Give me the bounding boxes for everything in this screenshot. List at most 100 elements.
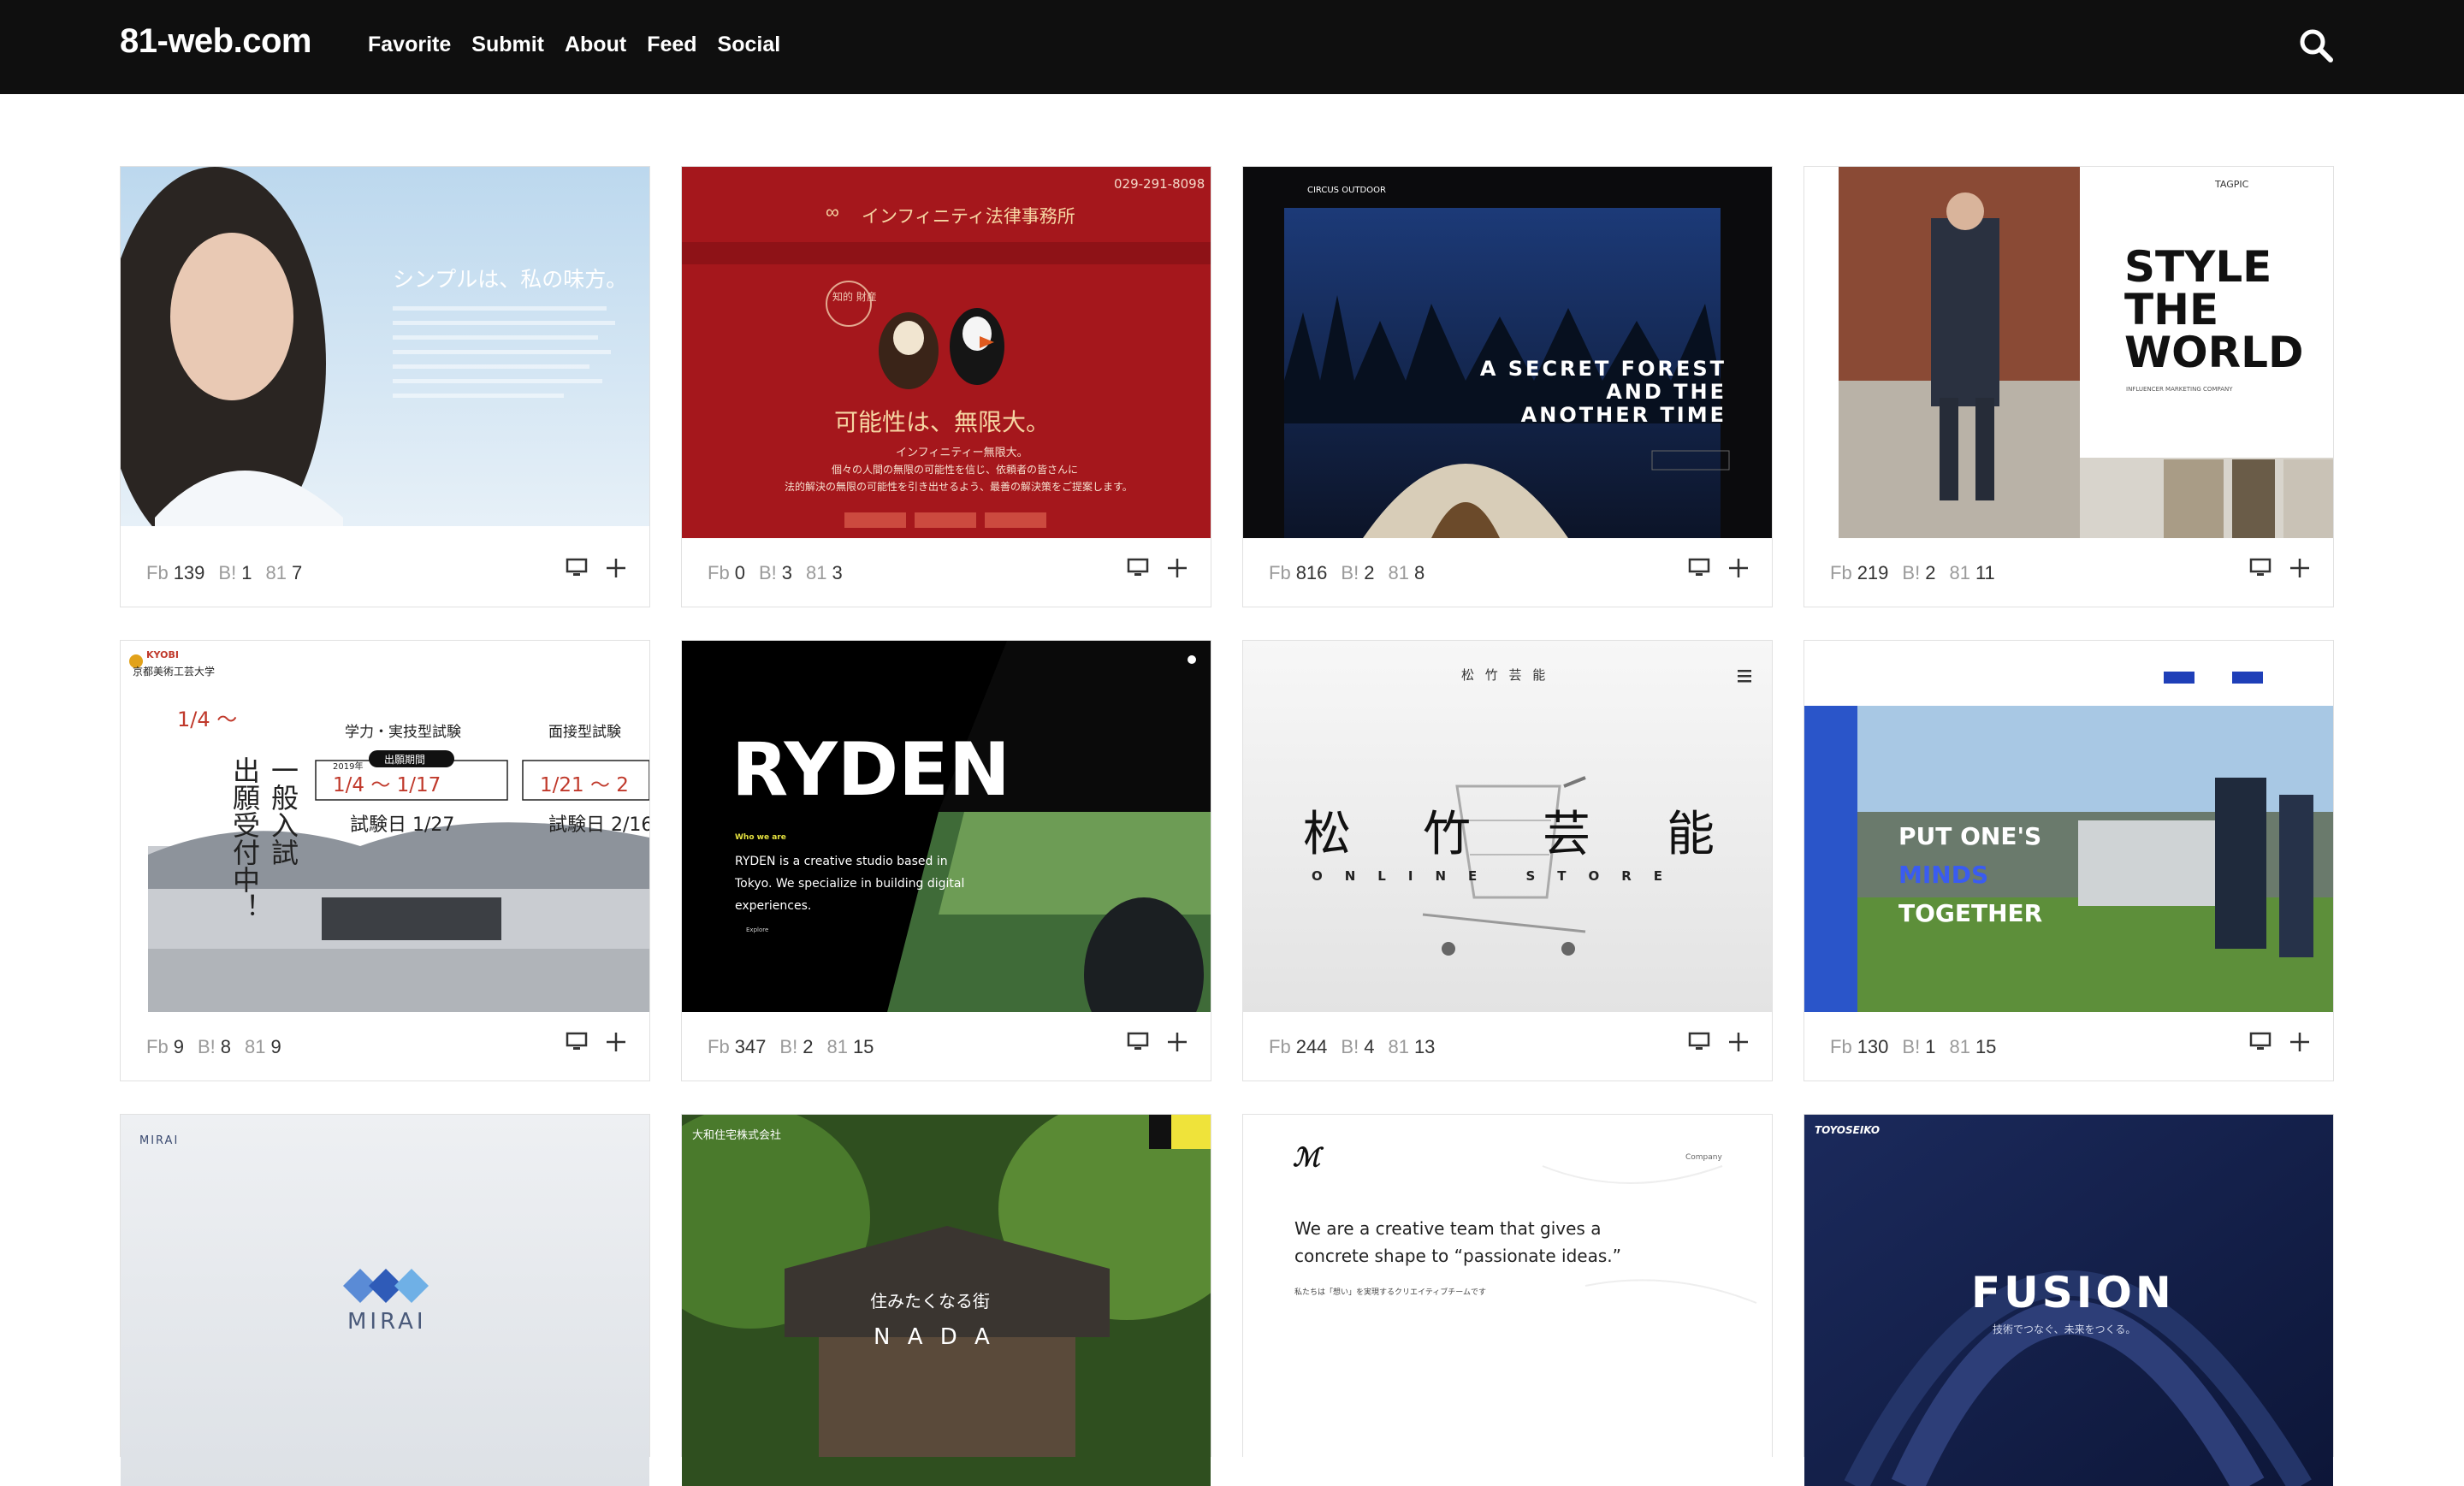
site-logo[interactable]: 81-web.com: [120, 22, 311, 61]
thumbnail-label-1: 学力・実技型試験: [345, 724, 461, 741]
card-actions: [1688, 557, 1750, 579]
eightyone-count: 81 9: [244, 1036, 281, 1057]
thumbnail-head-date: 1/4 〜: [177, 707, 237, 731]
thumbnail-char-2: 竹: [1423, 807, 1471, 862]
hatena-count: B! 2: [1902, 562, 1936, 583]
site-thumbnail[interactable]: CIRCUS OUTDOOR A SECRET FOREST AND THE A…: [1243, 167, 1772, 538]
hatena-count: B! 8: [197, 1036, 231, 1057]
site-card[interactable]: 松 竹 芸 能 松 竹 芸 能 ONLINE STORE Fb 244 B! 4 8…: [1242, 640, 1773, 1081]
site-thumbnail[interactable]: TAGPIC STYLE THE WORLD INFLUENCER MARKET…: [1804, 167, 2333, 538]
thumbnail-school: 京都美術工芸大学: [133, 665, 215, 678]
nav-submit[interactable]: Submit: [471, 33, 544, 57]
nav-social[interactable]: Social: [718, 33, 781, 57]
facebook-count: Fb 139: [146, 562, 205, 583]
monitor-icon[interactable]: [566, 1031, 588, 1053]
site-thumbnail[interactable]: TOYOSEIKO FUSION 技術でつなぐ、未来をつくる。: [1804, 1115, 2333, 1486]
thumbnail-body-2: 法的解決の無限の可能性を引き出せるよう、最善の解決策をご提案します。: [785, 480, 1133, 493]
site-thumbnail[interactable]: 大和住宅株式会社 住みたくなる街 N A D A: [682, 1115, 1211, 1486]
company-logo-icon: ℳ: [1293, 1144, 1324, 1172]
card-actions: [1127, 557, 1188, 579]
thumbnail-period: 出願期間: [384, 754, 425, 766]
card-stats: Fb 816 B! 2 81 8: [1269, 562, 1424, 584]
add-favorite-icon[interactable]: [1166, 1031, 1188, 1053]
thumbnail-line-1: PUT ONE'S: [1898, 822, 2041, 850]
site-card[interactable]: MIRAI MIRAI: [120, 1114, 650, 1486]
site-thumbnail[interactable]: 029-291-8098 インフィニティ法律事務所 ∞ 知的 財産 可能性は、無…: [682, 167, 1211, 538]
hatena-count: B! 2: [779, 1036, 814, 1057]
facebook-count: Fb 9: [146, 1036, 184, 1057]
card-stats: Fb 244 B! 4 81 13: [1269, 1036, 1435, 1058]
site-thumbnail[interactable]: 松 竹 芸 能 松 竹 芸 能 ONLINE STORE: [1243, 641, 1772, 1012]
site-thumbnail[interactable]: シンプルは、私の味方。: [121, 167, 649, 538]
eightyone-count: 81 15: [826, 1036, 874, 1057]
eightyone-count: 81 8: [1388, 562, 1425, 583]
monitor-icon[interactable]: [1127, 557, 1149, 579]
site-card[interactable]: TOYOSEIKO FUSION 技術でつなぐ、未来をつくる。: [1804, 1114, 2334, 1486]
site-thumbnail[interactable]: MIRAI MIRAI: [121, 1115, 649, 1486]
thumbnail-exam-2: 試験日 2/16: [548, 814, 649, 836]
add-favorite-icon[interactable]: [605, 1031, 627, 1053]
monitor-icon[interactable]: [1688, 1031, 1710, 1053]
thumbnail-brand: MIRAI: [139, 1134, 179, 1147]
facebook-count: Fb 816: [1269, 562, 1328, 583]
site-card[interactable]: TAGPIC STYLE THE WORLD INFLUENCER MARKET…: [1804, 166, 2334, 607]
thumbnail-line-2: MINDS: [1898, 861, 1988, 889]
card-actions: [1127, 1031, 1188, 1053]
site-thumbnail[interactable]: PUT ONE'S MINDS TOGETHER: [1804, 641, 2333, 1012]
thumbnail-brand: TOYOSEIKO: [1815, 1124, 1880, 1136]
eightyone-count: 81 11: [1949, 562, 1995, 583]
nav-about[interactable]: About: [565, 33, 626, 57]
thumbnail-company: Company: [1685, 1153, 1722, 1162]
nav-favorite[interactable]: Favorite: [368, 33, 451, 57]
thumbnail-line-2: concrete shape to “passionate ideas.”: [1294, 1246, 1621, 1266]
facebook-count: Fb 0: [708, 562, 745, 583]
thumbnail-char-3: 芸: [1543, 807, 1590, 862]
thumbnail-tagline: シンプルは、私の味方。: [393, 267, 627, 292]
site-card[interactable]: KYOBI 京都美術工芸大学 1/4 〜 学力・実技型試験 面接型試験 出願期間…: [120, 640, 650, 1081]
monitor-icon[interactable]: [2249, 1031, 2272, 1053]
search-icon[interactable]: [2296, 26, 2336, 65]
thumbnail-title: FUSION: [1971, 1268, 2175, 1317]
thumbnail-label-2: 面接型試験: [548, 724, 621, 741]
main-nav: Favorite Submit About Feed Social: [368, 33, 780, 57]
monitor-icon[interactable]: [2249, 557, 2272, 579]
card-actions: [2249, 1031, 2311, 1053]
site-card[interactable]: ℳ Company We are a creative team that gi…: [1242, 1114, 1773, 1486]
thumbnail-lead: インフィニティー無限大。: [896, 447, 1028, 459]
thumbnail-vertical-2: 一般入試: [267, 756, 299, 866]
site-card[interactable]: RYDEN Who we are RYDEN is a creative stu…: [681, 640, 1211, 1081]
thumbnail-body-1: 個々の人間の無限の可能性を信じ、依頼者の皆さんに: [832, 463, 1078, 476]
card-stats: Fb 9 B! 8 81 9: [146, 1036, 281, 1058]
monitor-icon[interactable]: [566, 557, 588, 579]
monitor-icon[interactable]: [1127, 1031, 1149, 1053]
card-stats: Fb 0 B! 3 81 3: [708, 562, 843, 584]
thumbnail-brand: KYOBI: [146, 649, 179, 660]
site-card[interactable]: PUT ONE'S MINDS TOGETHER Fb 130 B! 1 81 15: [1804, 640, 2334, 1081]
add-favorite-icon[interactable]: [1727, 557, 1750, 579]
add-favorite-icon[interactable]: [2289, 557, 2311, 579]
thumbnail-head: 松 竹 芸 能: [1461, 667, 1549, 683]
nav-feed[interactable]: Feed: [647, 33, 696, 57]
add-favorite-icon[interactable]: [1166, 557, 1188, 579]
facebook-count: Fb 130: [1830, 1036, 1889, 1057]
monitor-icon[interactable]: [1688, 557, 1710, 579]
facebook-count: Fb 244: [1269, 1036, 1328, 1057]
add-favorite-icon[interactable]: [605, 557, 627, 579]
add-favorite-icon[interactable]: [2289, 1031, 2311, 1053]
card-stats: Fb 139 B! 1 81 7: [146, 562, 302, 584]
site-thumbnail[interactable]: ℳ Company We are a creative team that gi…: [1243, 1115, 1772, 1486]
site-card[interactable]: CIRCUS OUTDOOR A SECRET FOREST AND THE A…: [1242, 166, 1773, 607]
site-thumbnail[interactable]: KYOBI 京都美術工芸大学 1/4 〜 学力・実技型試験 面接型試験 出願期間…: [121, 641, 649, 1012]
thumbnail-brand: CIRCUS OUTDOOR: [1307, 186, 1386, 195]
thumbnail-line-1: A SECRET FOREST: [1480, 357, 1727, 381]
site-card[interactable]: 大和住宅株式会社 住みたくなる街 N A D A: [681, 1114, 1211, 1486]
thumbnail-who: Who we are: [735, 833, 786, 842]
thumbnail-line-3: WORLD: [2124, 328, 2304, 377]
thumbnail-line-2: Tokyo. We specialize in building digital: [734, 877, 964, 891]
site-thumbnail[interactable]: RYDEN Who we are RYDEN is a creative stu…: [682, 641, 1211, 1012]
top-navigation-bar: 81-web.com Favorite Submit About Feed So…: [0, 0, 2464, 94]
thumbnail-char-1: 松: [1303, 807, 1351, 862]
add-favorite-icon[interactable]: [1727, 1031, 1750, 1053]
site-card[interactable]: シンプルは、私の味方。 Fb 139 B! 1 81 7: [120, 166, 650, 607]
site-card[interactable]: 029-291-8098 インフィニティ法律事務所 ∞ 知的 財産 可能性は、無…: [681, 166, 1211, 607]
